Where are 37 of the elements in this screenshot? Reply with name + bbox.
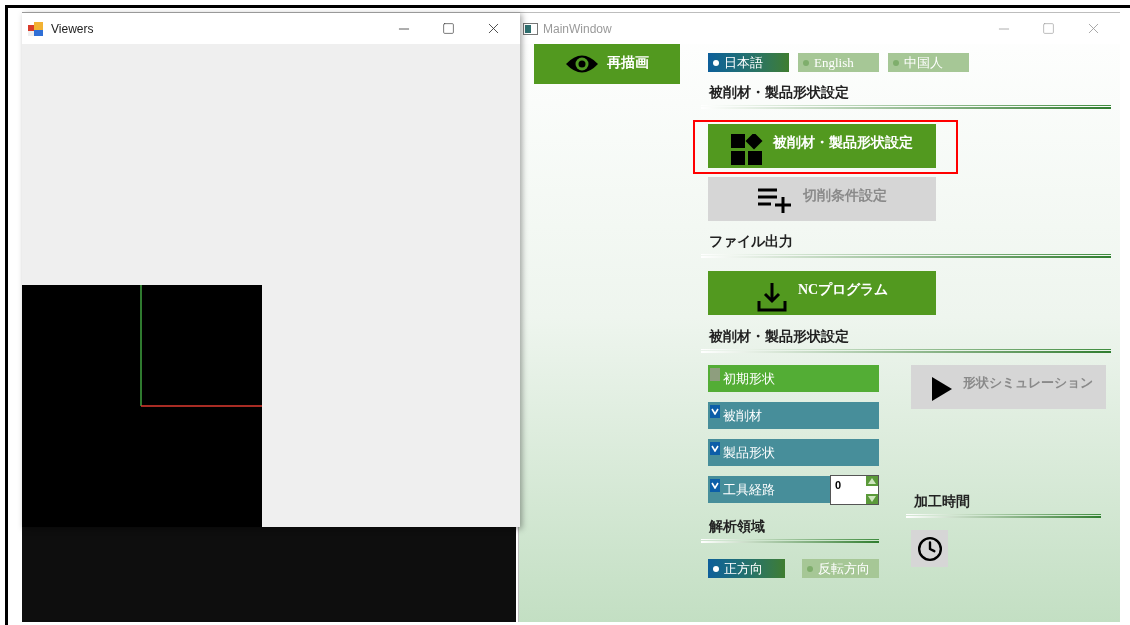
checkmark-icon [710, 479, 720, 492]
checkmark-icon [710, 442, 720, 455]
maximize-icon[interactable] [442, 22, 455, 35]
checkmark-icon [710, 405, 720, 418]
action-button[interactable]: NCプログラム [708, 271, 936, 315]
eye-icon [565, 53, 599, 75]
clock-icon [916, 535, 943, 562]
section-heading: 解析領域 [708, 518, 766, 536]
radio-option[interactable]: English [798, 53, 879, 72]
clock-button[interactable] [911, 530, 948, 567]
down-arrow-icon[interactable] [866, 494, 878, 504]
maximize-icon[interactable] [1042, 22, 1055, 35]
radio-option[interactable]: 日本語 [708, 53, 789, 72]
section-heading: ファイル出力 [708, 233, 794, 251]
radio-option[interactable]: 反転方向 [802, 559, 879, 578]
action-button[interactable]: 被削材・製品形状設定 [708, 124, 936, 168]
play-icon [931, 376, 953, 402]
up-arrow-icon[interactable] [866, 476, 878, 486]
radio-option[interactable]: 中国人 [888, 53, 969, 72]
checkbox-toggle[interactable]: 初期形状 [708, 365, 879, 392]
checkbox-toggle[interactable]: 工具経路 [708, 476, 830, 503]
redraw-button[interactable]: 再描画 [534, 44, 680, 84]
section-heading: 加工時間 [913, 493, 971, 511]
app-icon [28, 21, 44, 36]
checkbox-icon [710, 368, 720, 381]
app-icon [523, 22, 538, 35]
list-plus-icon [757, 187, 793, 213]
shapes-icon [731, 134, 763, 166]
checkbox-toggle[interactable]: 製品形状 [708, 439, 879, 466]
section-heading: 被削材・製品形状設定 [708, 328, 850, 346]
section-heading: 被削材・製品形状設定 [708, 84, 850, 102]
number-spinner[interactable]: 0 [830, 475, 879, 505]
window-title: MainWindow [543, 20, 612, 38]
checkbox-toggle[interactable]: 被削材 [708, 402, 879, 429]
radio-option[interactable]: 正方向 [708, 559, 785, 578]
download-icon [755, 281, 788, 313]
window-title: Viewers [51, 20, 94, 38]
